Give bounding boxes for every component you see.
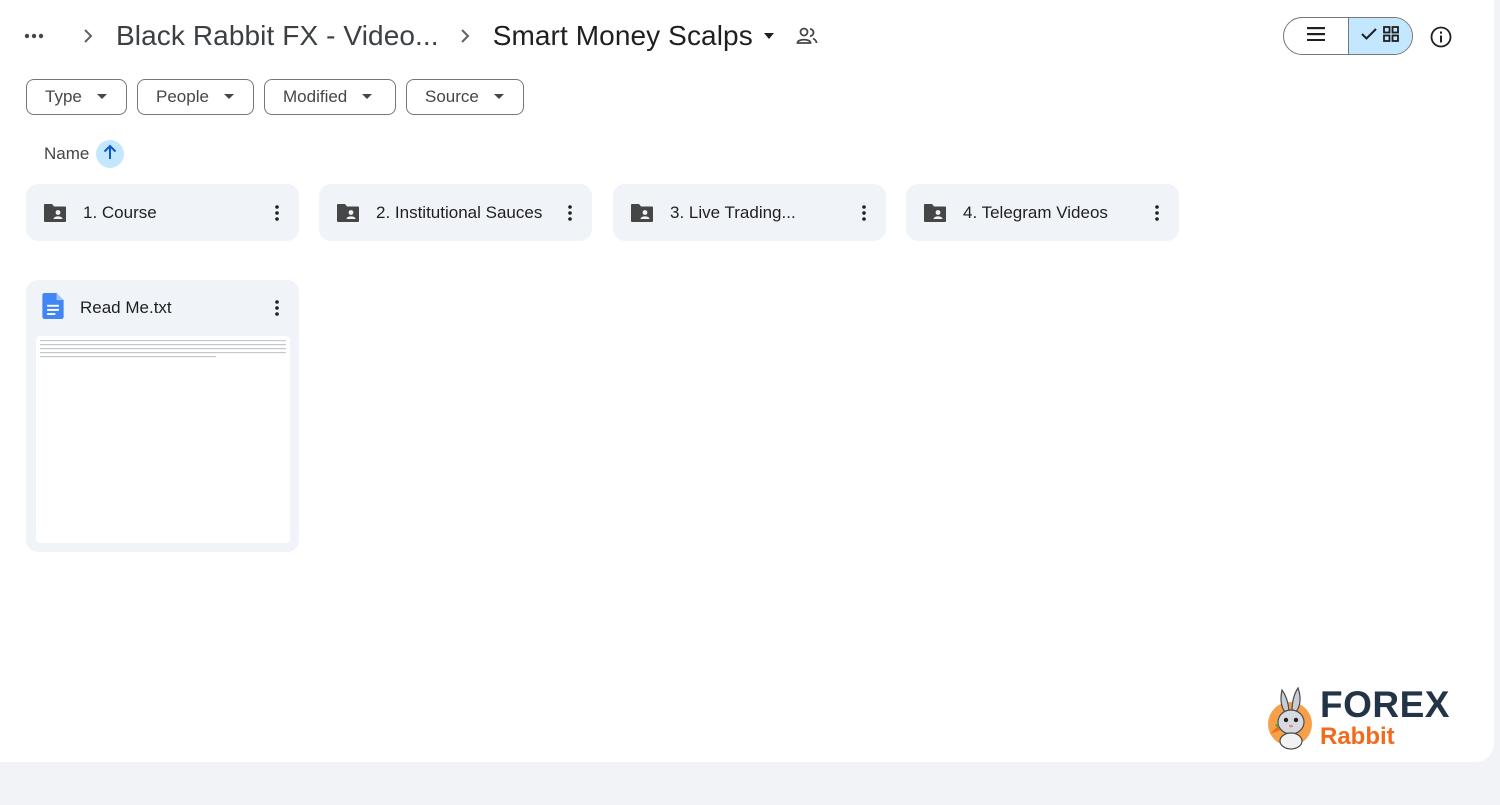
breadcrumb-parent[interactable]: Black Rabbit FX - Video...	[116, 20, 439, 52]
folder-name: 2. Institutional Sauces	[376, 202, 543, 222]
checkmark-icon	[1361, 27, 1377, 45]
more-horiz-icon[interactable]	[20, 22, 48, 50]
caret-down-icon	[757, 24, 781, 48]
filter-label: People	[156, 87, 209, 106]
folder-card[interactable]: 3. Live Trading...	[613, 184, 886, 241]
sort-label[interactable]: Name	[44, 144, 89, 164]
sort-control: Name	[44, 140, 125, 168]
sort-direction-button[interactable]	[96, 140, 125, 168]
grid-view-button[interactable]	[1347, 18, 1412, 54]
shared-folder-icon	[335, 202, 361, 224]
forex-rabbit-logo: FOREX Rabbit	[1266, 684, 1456, 750]
chevron-right-icon	[76, 24, 100, 48]
google-docs-icon	[42, 292, 64, 324]
list-view-button[interactable]	[1284, 18, 1348, 54]
breadcrumb-current[interactable]: Smart Money Scalps	[493, 20, 781, 52]
file-card[interactable]: Read Me.txt	[26, 280, 299, 552]
file-thumbnail	[36, 336, 290, 543]
arrow-up-icon	[103, 144, 117, 165]
filter-label: Source	[425, 87, 479, 106]
logo-word-rabbit: Rabbit	[1320, 722, 1395, 750]
chevron-right-icon	[453, 24, 477, 48]
more-vert-icon[interactable]	[562, 201, 578, 225]
drive-page: Black Rabbit FX - Video... Smart Money S…	[0, 0, 1494, 762]
logo-text: FOREX Rabbit	[1320, 686, 1450, 749]
shared-people-icon[interactable]	[795, 24, 819, 48]
more-vert-icon[interactable]	[269, 201, 285, 225]
caret-down-icon	[223, 91, 235, 103]
folder-card[interactable]: 2. Institutional Sauces	[319, 184, 592, 241]
folder-card[interactable]: 4. Telegram Videos	[906, 184, 1179, 241]
more-vert-icon[interactable]	[269, 296, 285, 320]
grid-icon	[1383, 25, 1400, 47]
file-name: Read Me.txt	[80, 298, 172, 317]
more-vert-icon[interactable]	[856, 201, 872, 225]
shared-folder-icon	[42, 202, 68, 224]
caret-down-icon	[96, 91, 108, 103]
folder-name: 1. Course	[83, 202, 157, 222]
folder-name: 4. Telegram Videos	[963, 202, 1108, 222]
filter-people[interactable]: People	[137, 79, 254, 115]
info-icon[interactable]	[1428, 24, 1454, 50]
caret-down-icon	[361, 91, 373, 103]
current-folder-title: Smart Money Scalps	[492, 20, 753, 51]
filter-type[interactable]: Type	[26, 79, 127, 115]
logo-word-forex: FOREX	[1320, 683, 1450, 725]
breadcrumb: Black Rabbit FX - Video... Smart Money S…	[20, 14, 819, 58]
rabbit-mascot-icon	[1266, 684, 1318, 750]
folder-name: 3. Live Trading...	[670, 202, 796, 222]
folder-card[interactable]: 1. Course	[26, 184, 299, 241]
filter-chips: Type People Modified Source	[26, 79, 534, 115]
list-icon	[1306, 26, 1325, 46]
thumbnail-text-lines	[40, 340, 286, 358]
filter-label: Type	[45, 87, 82, 106]
filter-modified[interactable]: Modified	[264, 79, 396, 115]
shared-folder-icon	[629, 202, 655, 224]
shared-folder-icon	[922, 202, 948, 224]
more-vert-icon[interactable]	[1149, 201, 1165, 225]
caret-down-icon	[493, 91, 505, 103]
filter-source[interactable]: Source	[406, 79, 524, 115]
view-toggle	[1283, 17, 1413, 55]
filter-label: Modified	[283, 87, 348, 106]
file-card-header: Read Me.txt	[42, 292, 172, 324]
